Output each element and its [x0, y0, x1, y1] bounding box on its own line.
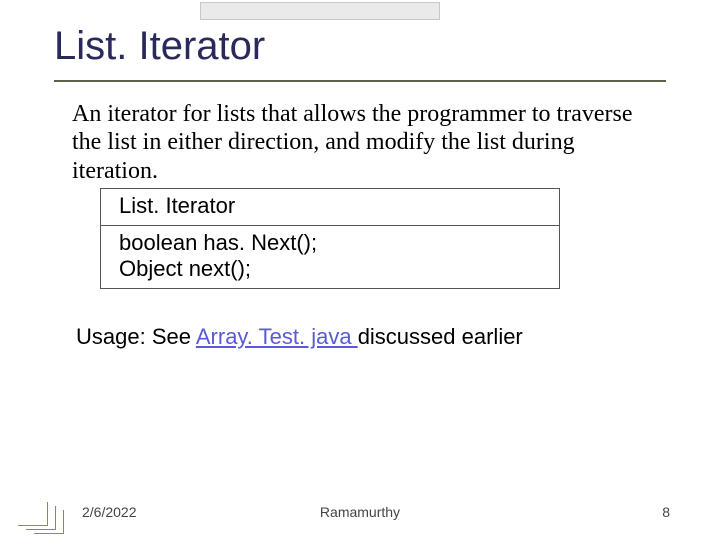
footer-page-number: 8 [662, 504, 670, 520]
footer-author: Ramamurthy [0, 504, 720, 520]
usage-suffix: discussed earlier [358, 324, 523, 349]
slide: List. Iterator An iterator for lists tha… [0, 0, 720, 540]
uml-method-2: Object next(); [119, 256, 541, 282]
usage-line: Usage: See Array. Test. java discussed e… [76, 324, 523, 350]
uml-methods-row: boolean has. Next(); Object next(); [101, 226, 560, 289]
body-paragraph: An iterator for lists that allows the pr… [72, 100, 657, 185]
slide-title: List. Iterator [54, 24, 265, 69]
top-decorative-bar [200, 2, 440, 20]
title-underline [54, 80, 666, 82]
uml-methods-cell: boolean has. Next(); Object next(); [101, 226, 560, 289]
usage-link[interactable]: Array. Test. java [196, 324, 358, 349]
uml-method-1: boolean has. Next(); [119, 230, 541, 256]
uml-class-name: List. Iterator [101, 189, 560, 226]
uml-name-row: List. Iterator [101, 189, 560, 226]
usage-prefix: Usage: See [76, 324, 196, 349]
uml-class-box: List. Iterator boolean has. Next(); Obje… [100, 188, 560, 289]
